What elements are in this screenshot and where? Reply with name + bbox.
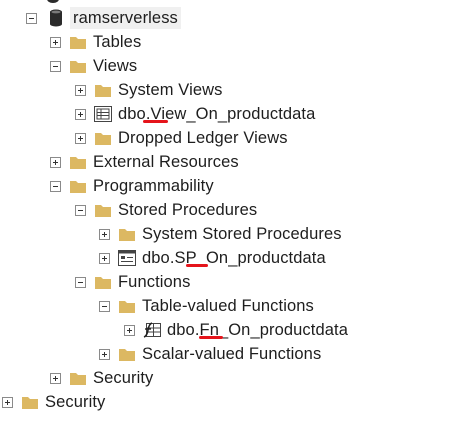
folder-icon [69, 154, 87, 170]
expand-toggle[interactable] [50, 372, 61, 384]
tree-node-stored-procedures[interactable]: Stored Procedures [75, 199, 257, 221]
collapse-toggle[interactable] [26, 12, 37, 24]
tree-node-server-security[interactable]: Security [2, 391, 105, 413]
view-icon [94, 106, 112, 122]
tree-node-fn-item[interactable]: dbo.Fn_On_productdata [124, 319, 348, 341]
tree-node-sp-item[interactable]: dbo.SP_On_productdata [99, 247, 326, 269]
tree-node-system-views[interactable]: System Views [75, 79, 223, 101]
expand-toggle[interactable] [75, 84, 86, 96]
expand-toggle[interactable] [50, 156, 61, 168]
node-label: Stored Procedures [118, 201, 258, 219]
folder-icon [118, 298, 136, 314]
expand-toggle[interactable] [75, 108, 86, 120]
database-label: ramserverless [70, 7, 181, 29]
tree-node-external-resources[interactable]: External Resources [50, 151, 239, 173]
expand-toggle[interactable] [75, 132, 86, 144]
tree-node-database[interactable]: ramserverless [26, 7, 181, 29]
folder-icon [69, 58, 87, 74]
folder-icon [69, 178, 87, 194]
table-valued-function-icon [143, 322, 161, 338]
folder-icon [118, 226, 136, 242]
expand-toggle[interactable] [99, 348, 110, 360]
folder-icon [21, 394, 39, 410]
stored-procedure-icon [118, 250, 136, 266]
folder-icon [94, 202, 112, 218]
node-label: Security [45, 393, 106, 411]
folder-icon [94, 274, 112, 290]
tree-node-db-security[interactable]: Security [50, 367, 153, 389]
node-label: dbo.SP_On_productdata [142, 249, 326, 267]
folder-icon [69, 370, 87, 386]
tree-node-functions[interactable]: Functions [75, 271, 190, 293]
folder-icon [69, 34, 87, 50]
node-label: Security [93, 369, 154, 387]
folder-icon [94, 82, 112, 98]
tree-node-tables[interactable]: Tables [50, 31, 141, 53]
red-underline-mark [143, 120, 168, 123]
expand-toggle[interactable] [2, 396, 13, 408]
expand-toggle[interactable] [50, 36, 61, 48]
tree-node-dropped-ledger-views[interactable]: Dropped Ledger Views [75, 127, 288, 149]
expand-toggle[interactable] [124, 324, 135, 336]
tree-node-scalar-valued-functions[interactable]: Scalar-valued Functions [99, 343, 321, 365]
node-label: Table-valued Functions [142, 297, 314, 315]
collapse-toggle[interactable] [99, 300, 110, 312]
database-icon [49, 9, 67, 27]
tree-node-view-item[interactable]: dbo.View_On_productdata [75, 103, 315, 125]
collapse-toggle[interactable] [50, 60, 61, 72]
tree-node-views[interactable]: Views [50, 55, 137, 77]
folder-icon [94, 130, 112, 146]
node-label: Scalar-valued Functions [142, 345, 322, 363]
collapse-toggle[interactable] [75, 276, 86, 288]
node-label: Views [93, 57, 138, 75]
tree-node-programmability[interactable]: Programmability [50, 175, 214, 197]
tree-node-table-valued-functions[interactable]: Table-valued Functions [99, 295, 314, 317]
collapse-toggle[interactable] [75, 204, 86, 216]
expand-toggle[interactable] [99, 252, 110, 264]
node-label: Programmability [93, 177, 214, 195]
node-label: dbo.Fn_On_productdata [167, 321, 348, 339]
node-label: Functions [118, 273, 191, 291]
node-label: System Views [118, 81, 223, 99]
red-underline-mark [199, 336, 223, 339]
folder-icon [118, 346, 136, 362]
red-underline-mark [186, 264, 208, 267]
node-label: Tables [93, 33, 142, 51]
expand-toggle[interactable] [99, 228, 110, 240]
node-label: System Stored Procedures [142, 225, 342, 243]
collapse-toggle[interactable] [50, 180, 61, 192]
node-label: Dropped Ledger Views [118, 129, 288, 147]
tree-node-system-stored-procedures[interactable]: System Stored Procedures [99, 223, 342, 245]
node-label: External Resources [93, 153, 239, 171]
